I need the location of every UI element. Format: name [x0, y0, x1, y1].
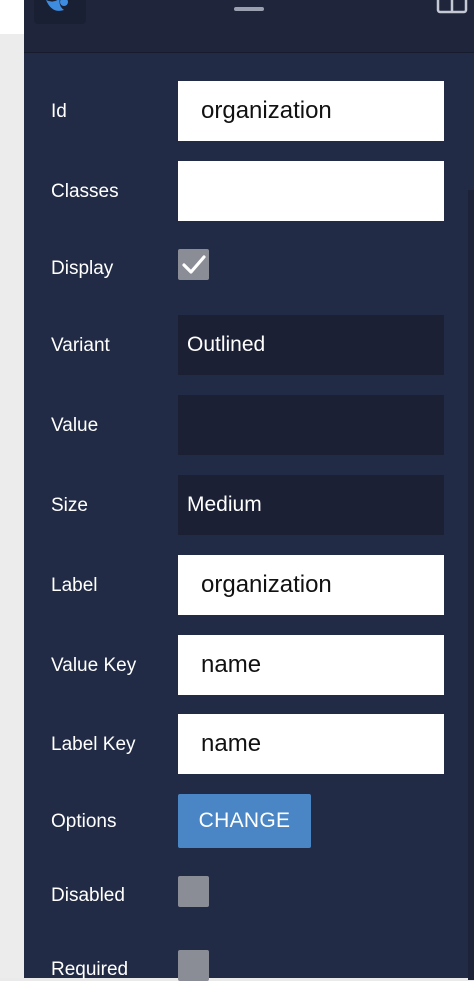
disabled-checkbox[interactable] [178, 876, 209, 907]
value-label: Value [51, 415, 99, 436]
label-label: Label [51, 575, 98, 596]
display-checkbox[interactable] [178, 249, 209, 280]
drag-handle-icon[interactable] [234, 0, 264, 11]
change-options-button[interactable]: CHANGE [178, 794, 311, 848]
classes-input[interactable] [178, 161, 444, 221]
size-select[interactable]: Medium [178, 475, 444, 535]
id-input[interactable]: organization [178, 81, 444, 141]
required-checkbox[interactable] [178, 950, 209, 981]
id-label: Id [51, 101, 67, 122]
label-row: Label organization [24, 555, 464, 617]
layout-icon[interactable] [436, 0, 470, 14]
value-key-label: Value Key [51, 655, 137, 676]
logo-button[interactable] [34, 0, 86, 24]
display-label: Display [51, 258, 114, 279]
label-key-label: Label Key [51, 734, 136, 755]
id-row: Id organization [24, 81, 464, 143]
value-row: Value [24, 395, 464, 457]
properties-panel: Id organization Classes Display Variant … [24, 0, 474, 981]
panel-scrollbar[interactable] [468, 190, 474, 980]
variant-label: Variant [51, 335, 110, 356]
classes-label: Classes [51, 181, 119, 202]
classes-row: Classes [24, 161, 464, 223]
disabled-row: Disabled [24, 876, 464, 908]
options-label: Options [51, 811, 117, 832]
panel-toolbar [24, 0, 474, 53]
display-row: Display [24, 249, 464, 281]
required-row: Required [24, 950, 464, 981]
canvas-top [0, 0, 24, 34]
label-key-input[interactable]: name [178, 714, 444, 774]
label-key-row: Label Key name [24, 714, 464, 776]
size-row: Size Medium [24, 475, 464, 537]
value-select[interactable] [178, 395, 444, 455]
options-row: Options CHANGE [24, 794, 464, 850]
label-input[interactable]: organization [178, 555, 444, 615]
size-label: Size [51, 495, 88, 516]
variant-row: Variant Outlined [24, 315, 464, 377]
value-key-input[interactable]: name [178, 635, 444, 695]
variant-select[interactable]: Outlined [178, 315, 444, 375]
canvas-edge [0, 0, 24, 978]
value-key-row: Value Key name [24, 635, 464, 697]
disabled-label: Disabled [51, 885, 125, 906]
